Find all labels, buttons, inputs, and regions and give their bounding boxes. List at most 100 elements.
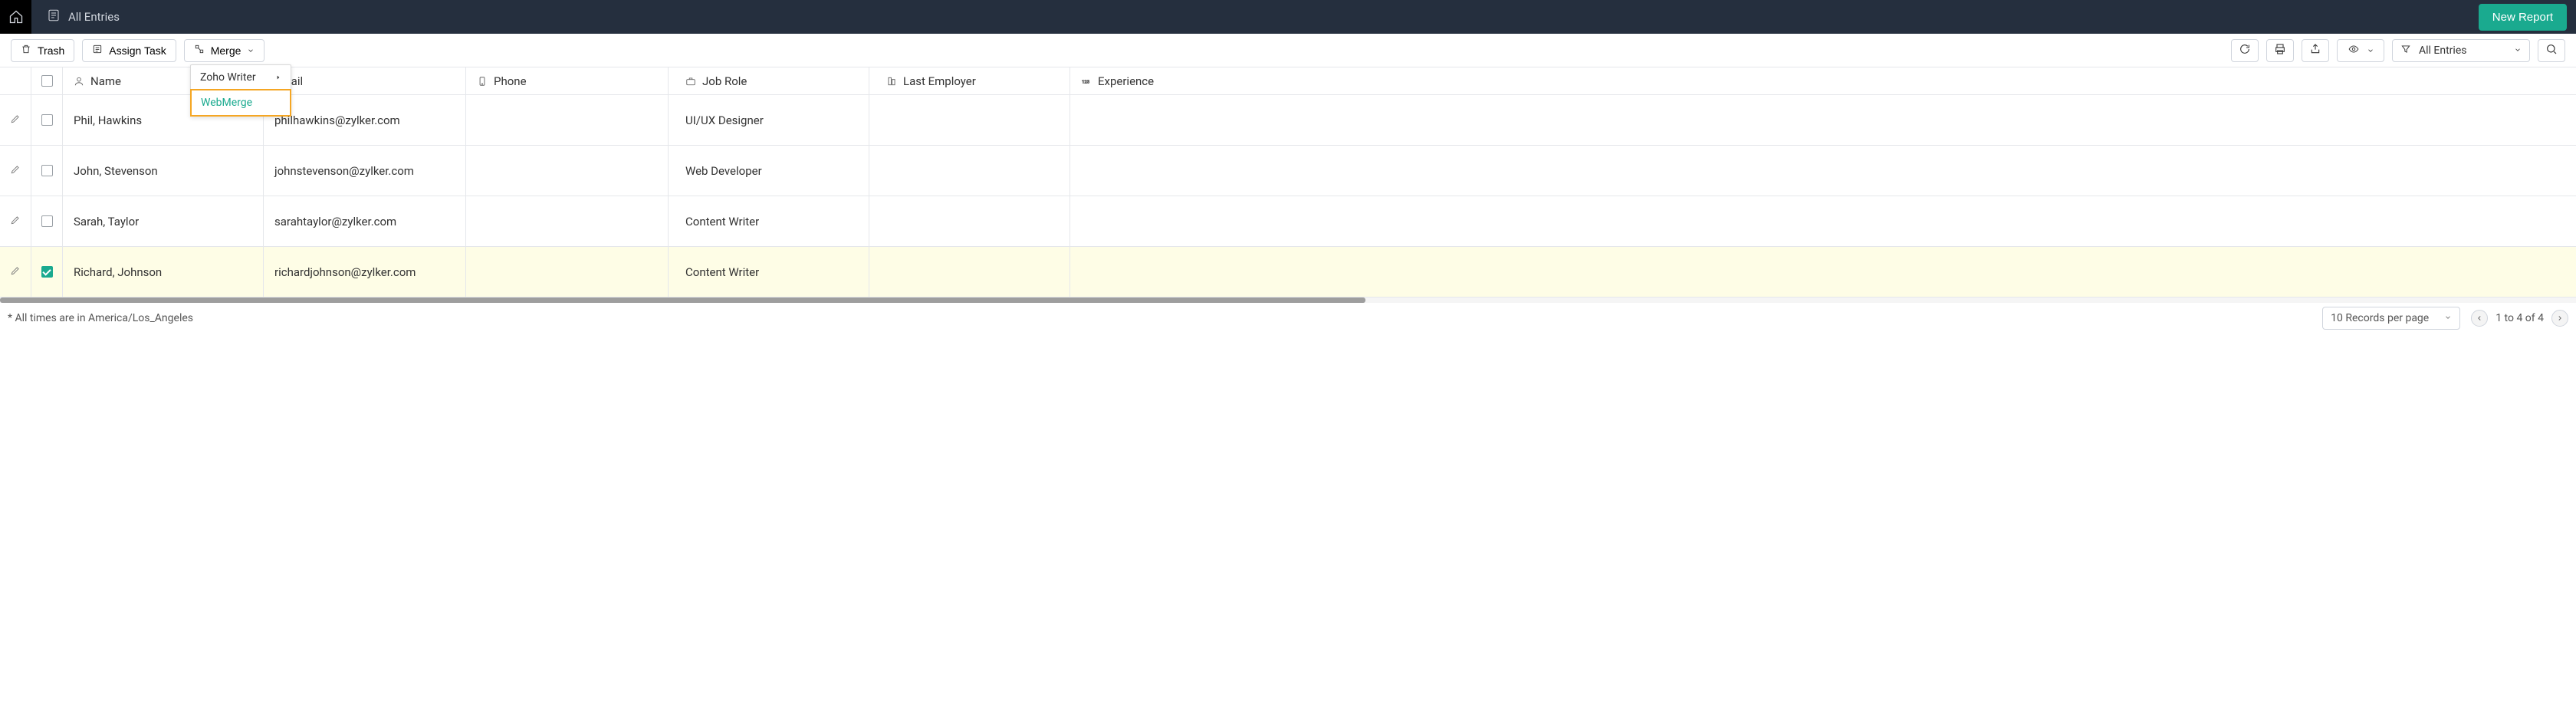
chevron-right-icon xyxy=(275,71,281,84)
cell-name: Richard, Johnson xyxy=(63,247,264,297)
toolbar-right: All Entries xyxy=(2231,39,2565,62)
cell-lastemp xyxy=(869,95,1070,145)
cell-name-value: Richard, Johnson xyxy=(74,265,162,279)
cell-lastemp xyxy=(869,146,1070,196)
header-email[interactable]: Email xyxy=(264,67,466,95)
toolbar: Trash Assign Task Merge Zoho Writer WebM… xyxy=(0,34,2576,67)
eye-icon xyxy=(2347,44,2361,57)
top-bar: All Entries New Report xyxy=(0,0,2576,34)
merge-menu-zoho-writer-label: Zoho Writer xyxy=(200,71,256,84)
cell-experience xyxy=(1070,95,2576,145)
cell-jobrole-value: Content Writer xyxy=(685,215,759,228)
building-icon xyxy=(886,76,897,87)
refresh-button[interactable] xyxy=(2231,39,2259,62)
cell-phone xyxy=(466,247,669,297)
new-report-button[interactable]: New Report xyxy=(2479,4,2567,31)
scrollbar-thumb[interactable] xyxy=(0,297,1365,303)
table-row[interactable]: Richard, Johnson richardjohnson@zylker.c… xyxy=(0,247,2576,297)
assign-task-label: Assign Task xyxy=(109,44,166,57)
cell-email-value: philhawkins@zylker.com xyxy=(274,113,400,127)
row-checkbox[interactable] xyxy=(41,215,53,227)
row-checkbox-cell xyxy=(31,196,63,246)
cell-jobrole-value: Web Developer xyxy=(685,164,762,178)
cell-jobrole-value: Content Writer xyxy=(685,265,759,279)
cell-name: John, Stevenson xyxy=(63,146,264,196)
cell-email-value: richardjohnson@zylker.com xyxy=(274,265,416,279)
prev-page-button[interactable] xyxy=(2471,310,2488,327)
pencil-icon xyxy=(10,215,21,228)
page-info: 1 to 4 of 4 xyxy=(2496,312,2544,324)
svg-text:123: 123 xyxy=(1082,80,1089,84)
cell-lastemp xyxy=(869,247,1070,297)
records-per-page-label: 10 Records per page xyxy=(2331,312,2429,324)
table-row[interactable]: John, Stevenson johnstevenson@zylker.com… xyxy=(0,146,2576,196)
table-row[interactable]: Phil, Hawkins philhawkins@zylker.com UI/… xyxy=(0,95,2576,146)
share-button[interactable] xyxy=(2302,39,2329,62)
row-edit-cell[interactable] xyxy=(0,95,31,145)
cell-phone xyxy=(466,95,669,145)
row-checkbox[interactable] xyxy=(41,165,53,176)
person-icon xyxy=(74,76,84,87)
row-checkbox[interactable] xyxy=(41,114,53,126)
header-experience[interactable]: 123 Experience xyxy=(1070,67,2576,95)
cell-jobrole: Content Writer xyxy=(669,196,869,246)
pencil-icon xyxy=(10,265,21,279)
table-row[interactable]: Sarah, Taylor sarahtaylor@zylker.com Con… xyxy=(0,196,2576,247)
cell-email: philhawkins@zylker.com xyxy=(264,95,466,145)
cell-jobrole: UI/UX Designer xyxy=(669,95,869,145)
header-jobrole[interactable]: Job Role xyxy=(669,67,869,95)
assign-task-button[interactable]: Assign Task xyxy=(82,39,176,62)
row-edit-cell[interactable] xyxy=(0,146,31,196)
visibility-button[interactable] xyxy=(2337,39,2384,62)
cell-name-value: Sarah, Taylor xyxy=(74,215,139,228)
cell-experience xyxy=(1070,247,2576,297)
filter-dropdown[interactable]: All Entries xyxy=(2392,39,2530,62)
cell-phone xyxy=(466,196,669,246)
cell-lastemp xyxy=(869,196,1070,246)
refresh-icon xyxy=(2239,43,2251,58)
row-edit-cell[interactable] xyxy=(0,196,31,246)
next-page-button[interactable] xyxy=(2551,310,2568,327)
row-checkbox-cell xyxy=(31,247,63,297)
table-header-row: Name Email Phone Job Role Last Employer … xyxy=(0,67,2576,95)
chevron-down-icon xyxy=(2514,44,2522,57)
merge-label: Merge xyxy=(211,44,242,57)
briefcase-icon xyxy=(685,76,696,87)
select-all-checkbox[interactable] xyxy=(41,75,53,87)
merge-menu-webmerge[interactable]: WebMerge xyxy=(190,89,291,117)
header-phone[interactable]: Phone xyxy=(466,67,669,95)
timezone-note: * All times are in America/Los_Angeles xyxy=(8,312,193,324)
merge-dropdown-menu: Zoho Writer WebMerge xyxy=(190,64,291,117)
page-title: All Entries xyxy=(68,10,120,24)
header-phone-label: Phone xyxy=(494,74,527,88)
cell-name: Sarah, Taylor xyxy=(63,196,264,246)
cell-jobrole: Content Writer xyxy=(669,247,869,297)
home-button[interactable] xyxy=(0,0,31,34)
cell-name-value: John, Stevenson xyxy=(74,164,158,178)
records-per-page-dropdown[interactable]: 10 Records per page xyxy=(2322,307,2460,330)
print-icon xyxy=(2274,43,2286,58)
filter-label: All Entries xyxy=(2419,44,2466,57)
cell-email: sarahtaylor@zylker.com xyxy=(264,196,466,246)
cell-name-value: Phil, Hawkins xyxy=(74,113,142,127)
table-body: Phil, Hawkins philhawkins@zylker.com UI/… xyxy=(0,95,2576,297)
search-button[interactable] xyxy=(2538,39,2565,62)
search-icon xyxy=(2545,43,2558,58)
horizontal-scrollbar[interactable] xyxy=(0,297,2576,303)
row-edit-cell[interactable] xyxy=(0,247,31,297)
cell-jobrole: Web Developer xyxy=(669,146,869,196)
trash-button[interactable]: Trash xyxy=(11,39,74,62)
merge-button[interactable]: Merge xyxy=(184,39,265,62)
row-checkbox[interactable] xyxy=(41,266,53,278)
page-breadcrumb: All Entries xyxy=(47,8,120,25)
merge-menu-webmerge-label: WebMerge xyxy=(201,97,252,109)
pencil-icon xyxy=(10,164,21,178)
cell-email-value: sarahtaylor@zylker.com xyxy=(274,215,396,228)
header-lastemp[interactable]: Last Employer xyxy=(869,67,1070,95)
merge-menu-zoho-writer[interactable]: Zoho Writer xyxy=(191,65,291,90)
chevron-down-icon xyxy=(2444,312,2452,324)
pagination: 1 to 4 of 4 xyxy=(2471,310,2568,327)
filter-icon xyxy=(2400,44,2411,58)
print-button[interactable] xyxy=(2266,39,2294,62)
footer: * All times are in America/Los_Angeles 1… xyxy=(0,303,2576,334)
